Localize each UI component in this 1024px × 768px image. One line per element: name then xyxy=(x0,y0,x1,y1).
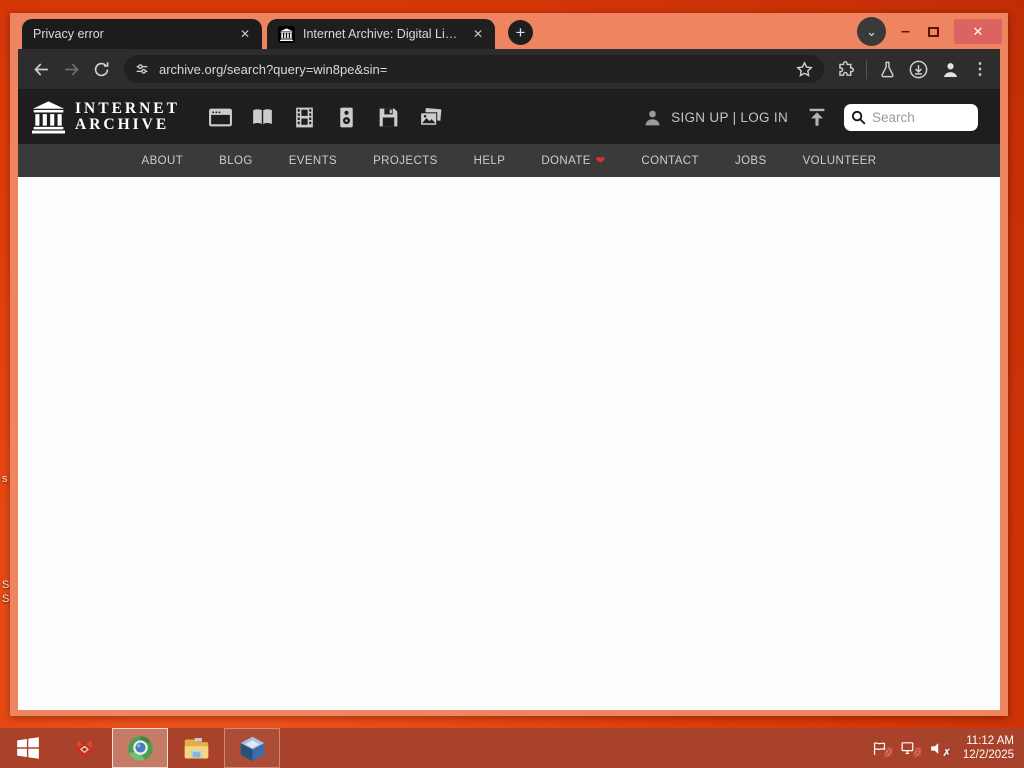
folder-icon xyxy=(184,737,208,758)
desktop-icon-label-fragment: S xyxy=(2,593,10,605)
bookmark-star-icon xyxy=(796,60,813,77)
software-icon[interactable] xyxy=(376,105,401,130)
menu-button[interactable]: ⋮ xyxy=(972,59,988,79)
heart-icon: ❤ xyxy=(595,155,606,167)
ia-logo[interactable]: INTERNET ARCHIVE xyxy=(32,100,180,134)
media-type-icons xyxy=(208,105,443,130)
reload-icon xyxy=(94,61,108,76)
nav-help[interactable]: HELP xyxy=(474,155,506,167)
ia-header: INTERNET ARCHIVE SIGN UP | LOG IN Search xyxy=(18,90,1000,144)
upload-icon xyxy=(809,108,825,126)
search-icon xyxy=(851,110,866,125)
taskbar-file-explorer[interactable] xyxy=(168,728,224,768)
minimize-button[interactable]: – xyxy=(898,23,913,39)
tab-search-button[interactable]: ⌄ xyxy=(857,17,887,46)
page-content xyxy=(18,177,1000,710)
tab-internet-archive[interactable]: Internet Archive: Digital Library ✕ xyxy=(267,19,495,49)
back-button[interactable] xyxy=(26,54,56,84)
close-icon[interactable]: ✕ xyxy=(469,25,487,43)
menu-dots-icon: ⋮ xyxy=(972,61,988,78)
audio-icon[interactable] xyxy=(334,105,359,130)
web-icon[interactable] xyxy=(208,105,233,130)
error-badge: ✗ xyxy=(884,748,893,759)
extensions-icon xyxy=(839,60,855,76)
close-window-button[interactable]: ✕ xyxy=(954,19,1002,44)
tab-title: Privacy error xyxy=(33,27,104,41)
clock-time: 11:12 AM xyxy=(966,735,1014,747)
forward-button[interactable] xyxy=(56,54,86,84)
error-badge: ✗ xyxy=(913,748,922,759)
desktop-icon-label-fragment: S xyxy=(2,579,10,591)
nav-volunteer[interactable]: VOLUNTEER xyxy=(803,155,877,167)
video-icon[interactable] xyxy=(292,105,317,130)
internet-archive-favicon xyxy=(278,25,295,43)
reload-button[interactable] xyxy=(86,54,116,84)
ia-search-input[interactable] xyxy=(872,109,962,125)
taskbar-chrome[interactable] xyxy=(112,728,168,768)
lab-button[interactable] xyxy=(878,60,897,79)
profile-icon xyxy=(943,62,958,77)
close-icon[interactable]: ✕ xyxy=(236,25,254,43)
signup-login-link[interactable]: SIGN UP | LOG IN xyxy=(671,110,788,125)
network-status-button[interactable]: ✗ xyxy=(899,738,922,759)
back-icon xyxy=(33,62,48,76)
taskbar-virtualbox[interactable] xyxy=(224,728,280,768)
nav-about[interactable]: ABOUT xyxy=(142,155,184,167)
browser-toolbar: archive.org/search?query=win8pe&sin= ⋮ xyxy=(18,49,1000,90)
tab-title: Internet Archive: Digital Library xyxy=(303,27,463,41)
ia-wordmark: INTERNET ARCHIVE xyxy=(75,100,180,133)
chevron-down-icon: ⌄ xyxy=(866,23,878,39)
taskbar-clock[interactable]: 11:12 AM 12/2/2025 xyxy=(957,734,1014,762)
address-bar[interactable]: archive.org/search?query=win8pe&sin= xyxy=(124,55,824,83)
url-text: archive.org/search?query=win8pe&sin= xyxy=(159,61,388,77)
download-icon xyxy=(909,60,928,78)
ia-building-icon xyxy=(32,101,65,134)
site-settings-icon[interactable] xyxy=(134,61,150,77)
nav-contact[interactable]: CONTACT xyxy=(641,155,699,167)
ia-nav: ABOUT BLOG EVENTS PROJECTS HELP DONATE ❤ … xyxy=(18,144,1000,177)
person-icon xyxy=(645,110,660,125)
downloads-button[interactable] xyxy=(908,59,929,80)
action-center-button[interactable]: ✗ xyxy=(870,738,893,759)
taskbar-red-app[interactable] xyxy=(56,728,112,768)
nav-projects[interactable]: PROJECTS xyxy=(373,155,438,167)
toolbar-divider xyxy=(866,59,867,79)
tab-privacy-error[interactable]: Privacy error ✕ xyxy=(22,19,262,49)
chrome-icon xyxy=(127,735,153,761)
virtualbox-icon xyxy=(240,736,264,761)
taskbar: ✗ ✗ ✗ 11:12 AM 12/2/2025 xyxy=(0,728,1024,768)
upload-button[interactable] xyxy=(806,106,828,128)
maximize-button[interactable] xyxy=(928,26,939,37)
bookmark-button[interactable] xyxy=(795,60,814,79)
volume-button[interactable]: ✗ xyxy=(928,738,951,759)
nav-events[interactable]: EVENTS xyxy=(289,155,337,167)
profile-button[interactable] xyxy=(940,59,961,80)
nav-donate[interactable]: DONATE ❤ xyxy=(541,154,606,168)
close-icon: ✕ xyxy=(972,23,984,39)
extensions-button[interactable] xyxy=(836,60,855,79)
images-icon[interactable] xyxy=(418,105,443,130)
ia-search-box[interactable] xyxy=(844,103,978,131)
new-tab-button[interactable]: + xyxy=(508,20,533,45)
browser-window: Privacy error ✕ Internet Archive: Digita… xyxy=(10,13,1008,716)
nav-jobs[interactable]: JOBS xyxy=(735,155,767,167)
start-button[interactable] xyxy=(0,728,56,768)
tab-strip: Privacy error ✕ Internet Archive: Digita… xyxy=(10,13,1008,49)
nav-blog[interactable]: BLOG xyxy=(219,155,253,167)
forward-icon xyxy=(64,62,79,76)
desktop-icon-label-fragment: s xyxy=(2,473,8,485)
red-app-icon xyxy=(73,739,95,758)
clock-date: 12/2/2025 xyxy=(962,749,1014,761)
mute-badge: ✗ xyxy=(942,748,951,759)
lab-flask-icon xyxy=(881,61,894,77)
texts-icon[interactable] xyxy=(250,105,275,130)
windows-logo-icon xyxy=(17,737,39,759)
system-tray: ✗ ✗ ✗ 11:12 AM 12/2/2025 xyxy=(870,728,1024,768)
